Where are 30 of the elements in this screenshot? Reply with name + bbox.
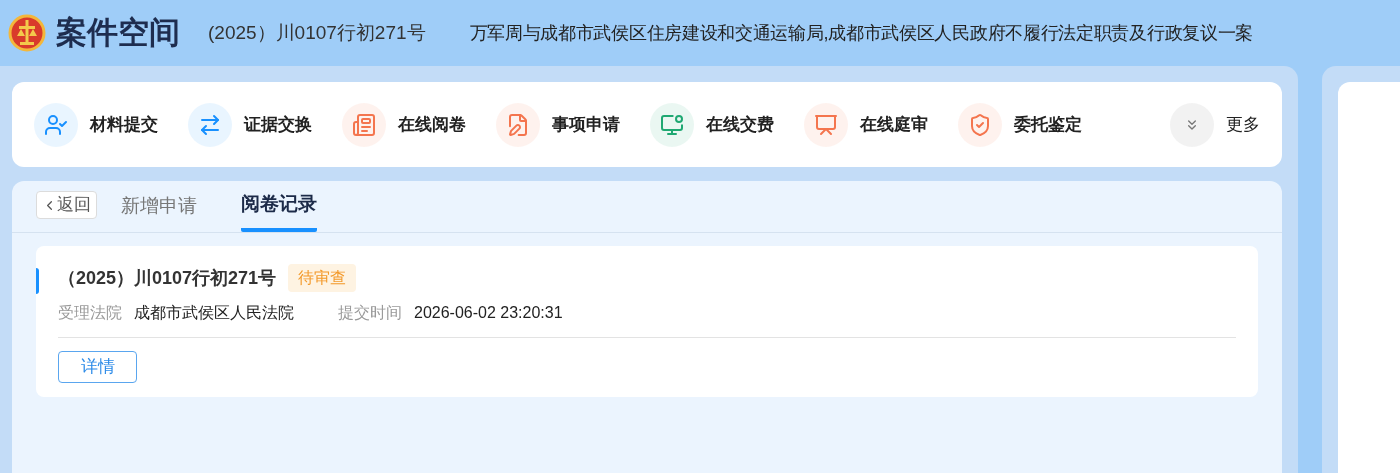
tab[interactable]: 新增申请	[121, 180, 197, 232]
user-check-icon	[44, 112, 68, 137]
newspaper-icon	[352, 112, 376, 137]
details-button[interactable]: 详情	[58, 351, 137, 383]
tab[interactable]: 阅卷记录	[241, 180, 317, 232]
toolbar-item[interactable]: 在线阅卷	[342, 102, 466, 147]
back-button[interactable]: 返回	[36, 191, 97, 219]
toolbar-item[interactable]: 更多	[1170, 102, 1260, 147]
screen-icon	[814, 112, 838, 137]
record-case-number: （2025）川0107行初271号	[58, 266, 277, 290]
toolbar-item[interactable]: 证据交换	[188, 102, 312, 147]
court-label: 受理法院	[58, 303, 122, 323]
time-label: 提交时间	[338, 303, 402, 323]
toolbar-item[interactable]: 委托鉴定	[958, 102, 1082, 147]
toolbar-item[interactable]: 在线交费	[650, 102, 774, 147]
court-name: 成都市武侯区人民法院	[134, 303, 294, 323]
status-tag: 待审查	[288, 264, 357, 292]
submit-time: 2026-06-02 23:20:31	[414, 303, 563, 323]
case-title: 万军周与成都市武侯区住房建设和交通运输局,成都市武侯区人民政府不履行法定职责及行政复议一案	[469, 21, 1254, 45]
case-number: (2025）川0107行初271号	[208, 20, 426, 45]
app-title: 案件空间	[56, 13, 180, 52]
toolbar-item[interactable]: 材料提交	[34, 102, 158, 147]
toolbar-item[interactable]: 在线庭审	[804, 102, 928, 147]
shield-icon	[968, 112, 992, 137]
exchange-icon	[198, 112, 222, 137]
accent-bar	[36, 268, 39, 294]
form-edit-icon	[506, 112, 530, 137]
emblem-icon	[8, 12, 46, 54]
monitor-icon	[660, 112, 684, 137]
toolbar-item[interactable]: 事项申请	[496, 102, 620, 147]
